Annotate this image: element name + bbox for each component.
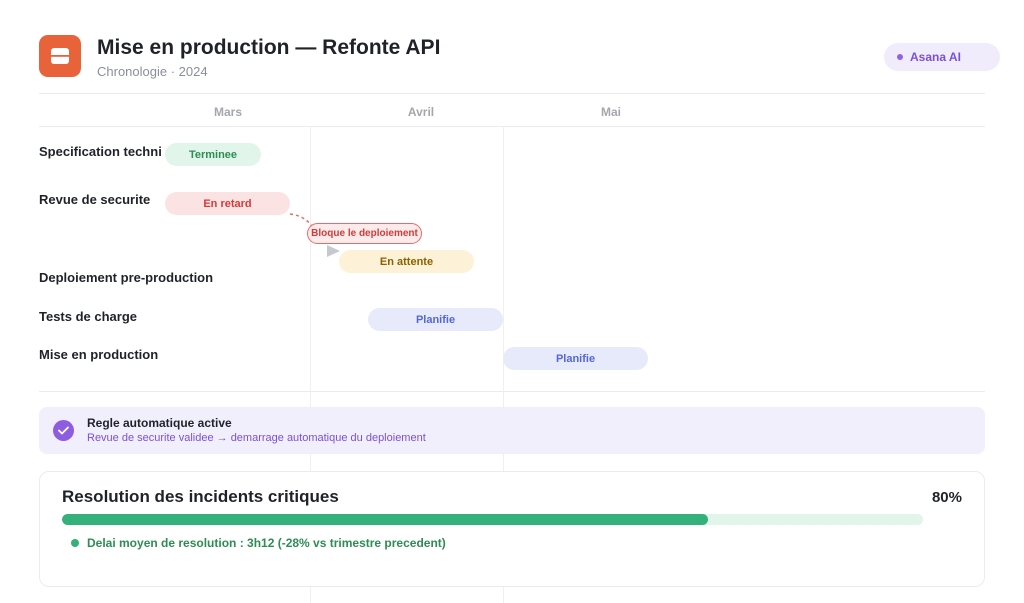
dependency-arrow-icon: [327, 245, 340, 257]
metric-percent: 80%: [931, 489, 962, 506]
metric-note: Delai moyen de resolution : 3h12 (-28% v…: [71, 536, 446, 550]
rule-description: Revue de securite validee → demarrage au…: [87, 432, 426, 444]
check-circle-icon: [53, 420, 74, 441]
metric-note-text: Delai moyen de resolution : 3h12 (-28% v…: [87, 536, 446, 550]
progress-fill: [62, 514, 708, 525]
automation-rule-card[interactable]: Regle automatique active Revue de securi…: [39, 407, 985, 454]
incident-resolution-card: Resolution des incidents critiques 80% D…: [39, 471, 985, 587]
metric-title: Resolution des incidents critiques: [62, 487, 339, 506]
progress-track: [62, 514, 923, 525]
dependency-blocker-label: Bloque le deploiement: [307, 223, 422, 244]
rule-title: Regle automatique active: [87, 416, 232, 430]
status-dot-icon: [71, 539, 79, 547]
